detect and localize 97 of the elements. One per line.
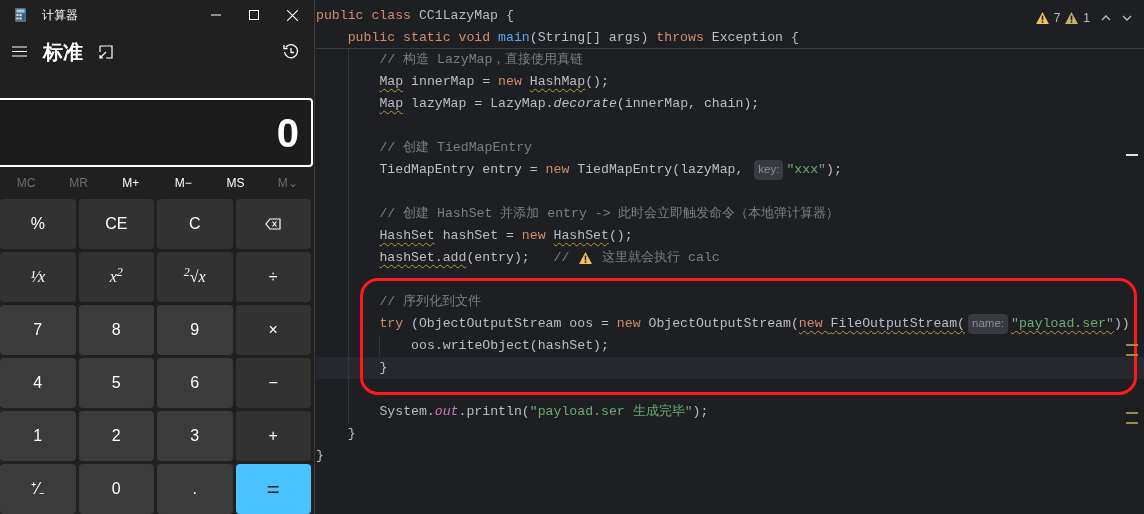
code-token: decorate	[553, 95, 617, 114]
code-token: ();	[585, 73, 609, 92]
code-token: oos.writeObject(hashSet);	[411, 337, 609, 356]
code-token: new	[545, 161, 571, 180]
code-token: );	[692, 403, 709, 422]
code-token: innerMap =	[410, 73, 492, 92]
code-token: HashSet	[379, 227, 435, 246]
code-token: try	[379, 315, 405, 334]
calculator-key[interactable]: 6	[157, 358, 233, 408]
calculator-key[interactable]: 0	[78, 464, 154, 514]
warning-icon	[1065, 12, 1079, 24]
code-token: ))	[1113, 315, 1130, 334]
code-token: // 序列化到文件	[379, 293, 482, 312]
memory-button[interactable]: M−	[157, 174, 210, 193]
calculator-key[interactable]: 1	[0, 411, 76, 461]
code-token: }	[379, 359, 388, 378]
code-token: new	[798, 315, 824, 334]
calculator-key[interactable]: .	[157, 464, 233, 514]
calculator-key[interactable]: 2	[78, 411, 154, 461]
calculator-key[interactable]: =	[235, 464, 311, 514]
backspace-icon	[265, 218, 282, 230]
code-token: CC1LazyMap {	[418, 7, 514, 26]
parameter-hint: key:	[754, 160, 784, 180]
calculator-key[interactable]: $^{2}$√x	[157, 252, 233, 302]
calculator-key[interactable]: ⁺⁄₋	[0, 464, 76, 514]
calculator-key[interactable]: ×	[235, 305, 311, 355]
code-token: 这里就会执行 calc	[601, 249, 720, 268]
code-token: "payload.ser"	[1011, 315, 1114, 334]
weak-warning-count[interactable]: 1	[1083, 9, 1090, 27]
calculator-key[interactable]: CE	[78, 199, 154, 249]
close-icon[interactable]	[287, 9, 298, 21]
calculator-key[interactable]: 5	[78, 358, 154, 408]
code-token: ObjectOutputStream(	[648, 315, 799, 334]
menu-icon[interactable]	[12, 46, 27, 58]
warning-icon	[579, 252, 593, 264]
code-token: Map	[379, 95, 404, 114]
code-token: hashSet.add	[379, 249, 467, 268]
code-token: TiedMapEntry entry =	[379, 161, 539, 180]
code-token: "payload.ser 生成完毕"	[529, 403, 693, 422]
calculator-key[interactable]: ÷	[235, 252, 311, 302]
calculator-key[interactable]: 3	[157, 411, 233, 461]
memory-button[interactable]: M+	[104, 174, 157, 193]
history-icon[interactable]	[283, 43, 299, 60]
parameter-hint: name:	[968, 314, 1008, 334]
code-token: lazyMap = LazyMap.	[410, 95, 554, 114]
code-token: (entry);	[466, 249, 531, 268]
code-token: "xxx"	[786, 161, 827, 180]
code-token: HashMap	[529, 73, 586, 92]
warning-count[interactable]: 7	[1053, 9, 1061, 27]
code-token: // 创建 TiedMapEntry	[379, 139, 532, 158]
calculator-key[interactable]: +	[235, 411, 311, 461]
calculator-key[interactable]: 4	[0, 358, 76, 408]
code-token: FileOutputStream(	[830, 315, 966, 334]
code-token: TiedMapEntry(lazyMap,	[577, 161, 745, 180]
code-token: );	[826, 161, 842, 180]
maximize-icon[interactable]	[249, 10, 259, 21]
calculator-key[interactable]: ¹⁄x	[0, 252, 76, 302]
code-token: System.	[379, 403, 435, 422]
backspace-button[interactable]	[235, 199, 311, 249]
next-icon[interactable]	[1122, 15, 1132, 21]
calculator-key[interactable]: C	[157, 199, 233, 249]
code-token: ();	[608, 227, 633, 246]
calculator-key[interactable]: 7	[0, 305, 76, 355]
calculator-app-icon	[15, 8, 26, 23]
window-title: 计算器	[42, 7, 78, 25]
calculator-key[interactable]: %	[0, 199, 76, 249]
code-token: (innerMap, chain);	[616, 95, 760, 114]
memory-button[interactable]: MS	[209, 174, 262, 193]
previous-icon[interactable]	[1101, 15, 1111, 21]
code-token: public class	[316, 7, 412, 26]
code-token: main	[498, 28, 530, 47]
code-token: HashSet	[553, 227, 609, 246]
result-display: 0	[0, 98, 313, 168]
code-token: throws	[656, 28, 705, 47]
code-token: Exception {	[711, 28, 799, 47]
code-token: new	[616, 315, 642, 334]
code-token: .println(	[458, 403, 530, 422]
code-token: (ObjectOutputStream oos =	[411, 315, 610, 334]
code-token: out	[434, 403, 459, 422]
warning-icon	[1035, 12, 1049, 24]
code-token: new	[498, 73, 523, 92]
code-token: (String[] args)	[529, 28, 650, 47]
calculator-key[interactable]: 8	[78, 305, 154, 355]
code-token: Map	[379, 73, 404, 92]
code-token: new	[521, 227, 547, 246]
code-token: //	[553, 249, 571, 268]
code-token: public static void	[347, 28, 492, 47]
calculator-key[interactable]: x$^{2}$	[78, 252, 154, 302]
calculator-key[interactable]: −	[235, 358, 311, 408]
mode-title: 标准	[43, 39, 83, 65]
code-token: // 构造 LazyMap，直接使用真链	[379, 51, 584, 70]
code-token: // 创建 HashSet 并添加 entry -> 此时会立即触发命令（本地弹计算器）	[379, 205, 840, 224]
calculator-key[interactable]: 9	[157, 305, 233, 355]
keep-on-top-icon[interactable]	[99, 44, 113, 59]
code-token: }	[347, 425, 356, 444]
code-token: }	[316, 447, 324, 466]
code-token: hashSet =	[441, 227, 515, 246]
